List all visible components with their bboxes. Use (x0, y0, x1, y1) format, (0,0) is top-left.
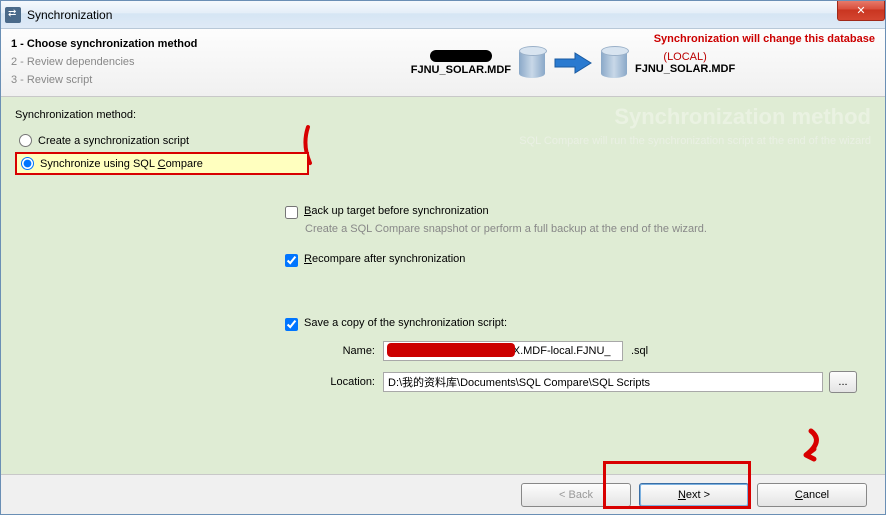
arrow-right-icon (553, 51, 593, 75)
back-button[interactable]: < Back (521, 483, 631, 507)
cancel-button[interactable]: Cancel (757, 483, 867, 507)
target-server-label: (LOCAL) (635, 51, 735, 63)
check-save-copy-label[interactable]: Save a copy of the synchronization scrip… (304, 317, 507, 329)
name-field-wrap: .sql (383, 341, 648, 361)
radio-sync-compare-label[interactable]: Synchronize using SQL Compare (40, 158, 203, 170)
check-backup[interactable] (285, 206, 298, 219)
check-recompare-row[interactable]: Recompare after synchronization (285, 253, 871, 267)
step-1: 1 - Choose synchronization method (11, 35, 271, 53)
close-icon: ✕ (856, 4, 865, 17)
content-pane: Synchronization method SQL Compare will … (1, 97, 885, 474)
check-save-copy-row[interactable]: Save a copy of the synchronization scrip… (285, 317, 871, 331)
radio-create-script-label[interactable]: Create a synchronization script (38, 135, 189, 147)
target-db-label: FJNU_SOLAR.MDF (635, 63, 735, 75)
database-icon (519, 48, 545, 78)
step-2: 2 - Review dependencies (11, 53, 271, 71)
backup-desc: Create a SQL Compare snapshot or perform… (305, 223, 871, 235)
radio-create-script-row[interactable]: Create a synchronization script (15, 131, 309, 150)
sync-wizard-window: Synchronization ✕ 1 - Choose synchroniza… (0, 0, 886, 515)
database-icon (601, 48, 627, 78)
location-label: Location: (305, 376, 375, 388)
footer: < Back Next > Cancel (1, 474, 885, 514)
check-backup-label[interactable]: Back up target before synchronization (304, 205, 489, 217)
titlebar: Synchronization ✕ (1, 1, 885, 29)
radio-sync-compare-row[interactable]: Synchronize using SQL Compare (15, 152, 309, 175)
header-pane: 1 - Choose synchronization method 2 - Re… (1, 29, 885, 97)
change-warning: Synchronization will change this databas… (654, 33, 875, 45)
name-input[interactable] (383, 341, 623, 361)
name-label: Name: (305, 345, 375, 357)
check-backup-row[interactable]: Back up target before synchronization (285, 205, 871, 219)
browse-button[interactable]: ... (829, 371, 857, 393)
sync-icon (5, 7, 21, 23)
next-button[interactable]: Next > (639, 483, 749, 507)
close-button[interactable]: ✕ (837, 1, 885, 21)
options-block: Back up target before synchronization Cr… (285, 205, 871, 393)
wizard-steps: 1 - Choose synchronization method 2 - Re… (11, 35, 271, 90)
step-3: 3 - Review script (11, 71, 271, 89)
location-input[interactable] (383, 372, 823, 392)
check-recompare[interactable] (285, 254, 298, 267)
name-ext: .sql (631, 345, 648, 357)
check-recompare-label[interactable]: Recompare after synchronization (304, 253, 465, 265)
redacted-source-server (430, 50, 492, 62)
check-save-copy[interactable] (285, 318, 298, 331)
source-db-block: FJNU_SOLAR.MDF (411, 50, 511, 76)
name-row: Name: .sql (305, 341, 871, 361)
radio-sync-compare[interactable] (21, 157, 34, 170)
save-block: Save a copy of the synchronization scrip… (285, 317, 871, 393)
radio-create-script[interactable] (19, 134, 32, 147)
source-db-label: FJNU_SOLAR.MDF (411, 64, 511, 76)
window-title: Synchronization (27, 8, 112, 22)
location-row: Location: ... (305, 371, 871, 393)
target-db-block: (LOCAL) FJNU_SOLAR.MDF (635, 51, 735, 75)
section-title: Synchronization method: (15, 109, 871, 121)
